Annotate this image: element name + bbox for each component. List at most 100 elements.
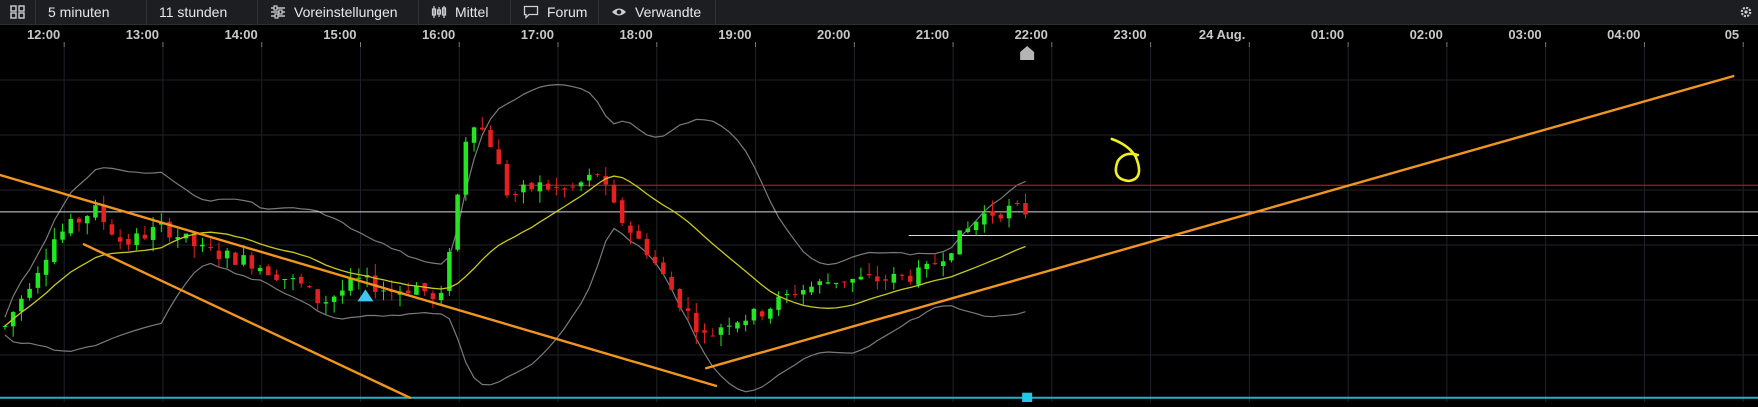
- candle-body: [726, 325, 732, 327]
- chart-canvas[interactable]: 12:00 13:00 14:00 15:00 16:00 17:00 18:00 19:00…: [0, 25, 1758, 403]
- candle-body: [150, 227, 156, 240]
- grid-menu-button[interactable]: [0, 0, 36, 24]
- candle-body: [718, 327, 724, 335]
- forum-label: Forum: [547, 4, 588, 20]
- candle-body: [899, 274, 905, 276]
- time-tick-label: 16:00: [422, 27, 455, 42]
- candle-body: [891, 273, 897, 283]
- candle-body: [241, 255, 246, 265]
- candle-body: [998, 214, 1004, 219]
- candle-body: [529, 182, 534, 190]
- chart-toolbar: 5 minuten 11 stunden Voreinstellungen Mi…: [0, 0, 1758, 25]
- settings-button[interactable]: [1734, 0, 1758, 24]
- forum-button[interactable]: Forum: [511, 0, 599, 24]
- current-time-marker: [1020, 46, 1035, 60]
- candle-body: [340, 290, 345, 296]
- candle-body: [784, 293, 790, 295]
- candle-body: [973, 221, 979, 231]
- candle-body: [619, 200, 625, 223]
- candle-body: [101, 204, 106, 223]
- candle-body: [537, 182, 543, 192]
- candle-body: [68, 218, 74, 234]
- candle-body: [661, 262, 666, 275]
- time-tick-label: 05: [1725, 27, 1739, 42]
- candle-body: [908, 275, 913, 282]
- candle-body: [2, 326, 8, 328]
- signal-marker-square: [1022, 392, 1033, 403]
- candle-body: [298, 276, 304, 284]
- candle-body: [43, 259, 49, 275]
- trend-line-1: [0, 173, 718, 388]
- candle-body: [875, 276, 880, 282]
- range-button[interactable]: 11 stunden: [147, 0, 258, 24]
- eye-icon: [611, 5, 627, 19]
- candle-body: [883, 279, 888, 281]
- candle-body: [817, 281, 823, 285]
- candle-body: [405, 290, 411, 293]
- candle-body: [84, 216, 90, 224]
- candle-body: [76, 218, 82, 223]
- candle-body: [224, 250, 230, 259]
- range-label: 11 stunden: [159, 4, 228, 20]
- presets-button[interactable]: Voreinstellungen: [258, 0, 419, 24]
- time-tick-label: 14:00: [224, 27, 257, 42]
- candle-body: [628, 225, 633, 233]
- time-tick-label: 23:00: [1113, 27, 1146, 42]
- candle-body: [19, 298, 24, 312]
- interval-button[interactable]: 5 minuten: [36, 0, 147, 24]
- candle-body: [447, 251, 452, 291]
- candle-body: [1006, 205, 1012, 219]
- trend-line-3: [704, 74, 1735, 370]
- candle-body: [315, 289, 320, 304]
- candle-body: [990, 210, 995, 216]
- candle-body: [200, 244, 205, 247]
- candle-body: [825, 282, 831, 284]
- candle-body: [611, 184, 617, 203]
- candle-body: [455, 194, 460, 250]
- candles-icon: [431, 5, 447, 19]
- candle-body: [940, 261, 946, 267]
- price-chart[interactable]: 12:00 13:00 14:00 15:00 16:00 17:00 18:00 19:00…: [0, 25, 1758, 403]
- candle-body: [916, 267, 921, 285]
- candle-body: [595, 174, 600, 176]
- handwritten-annotation: [1110, 137, 1141, 183]
- candle-body: [932, 263, 938, 265]
- candle-body: [307, 286, 312, 288]
- gear-icon: [1738, 5, 1754, 19]
- candle-body: [290, 278, 296, 280]
- candle-body: [858, 276, 864, 280]
- candle-body: [282, 278, 288, 281]
- candle-body: [743, 320, 748, 326]
- candle-body: [488, 130, 493, 148]
- candle-body: [949, 253, 954, 261]
- candle-body: [93, 205, 98, 218]
- time-tick-label: 19:00: [718, 27, 751, 42]
- candle-body: [430, 293, 436, 300]
- candle-body: [965, 228, 971, 233]
- candle-body: [702, 330, 707, 333]
- time-tick-label: 21:00: [916, 27, 949, 42]
- candle-body: [833, 282, 839, 284]
- time-tick-label: 04:00: [1607, 27, 1640, 42]
- candle-body: [768, 308, 773, 319]
- time-tick-label: 12:00: [27, 27, 60, 42]
- candle-body: [982, 213, 987, 225]
- candle-body: [710, 335, 716, 337]
- time-tick-label: 01:00: [1311, 27, 1344, 42]
- candle-body: [545, 183, 551, 190]
- candle-body: [134, 233, 139, 246]
- time-tick-label: 17:00: [521, 27, 554, 42]
- candle-body: [866, 273, 872, 276]
- candle-body: [801, 290, 806, 295]
- candle-body: [471, 127, 477, 143]
- candle-body: [27, 288, 32, 298]
- candle-body: [957, 230, 962, 255]
- candle-body: [570, 186, 576, 188]
- related-button[interactable]: Verwandte: [599, 0, 716, 24]
- candle-body: [809, 286, 814, 293]
- indicators-button[interactable]: Mittel: [419, 0, 511, 24]
- time-tick-label: 24 Aug.: [1199, 27, 1245, 42]
- time-tick-label: 03:00: [1508, 27, 1541, 42]
- time-tick-label: 02:00: [1410, 27, 1443, 42]
- chat-icon: [523, 5, 539, 20]
